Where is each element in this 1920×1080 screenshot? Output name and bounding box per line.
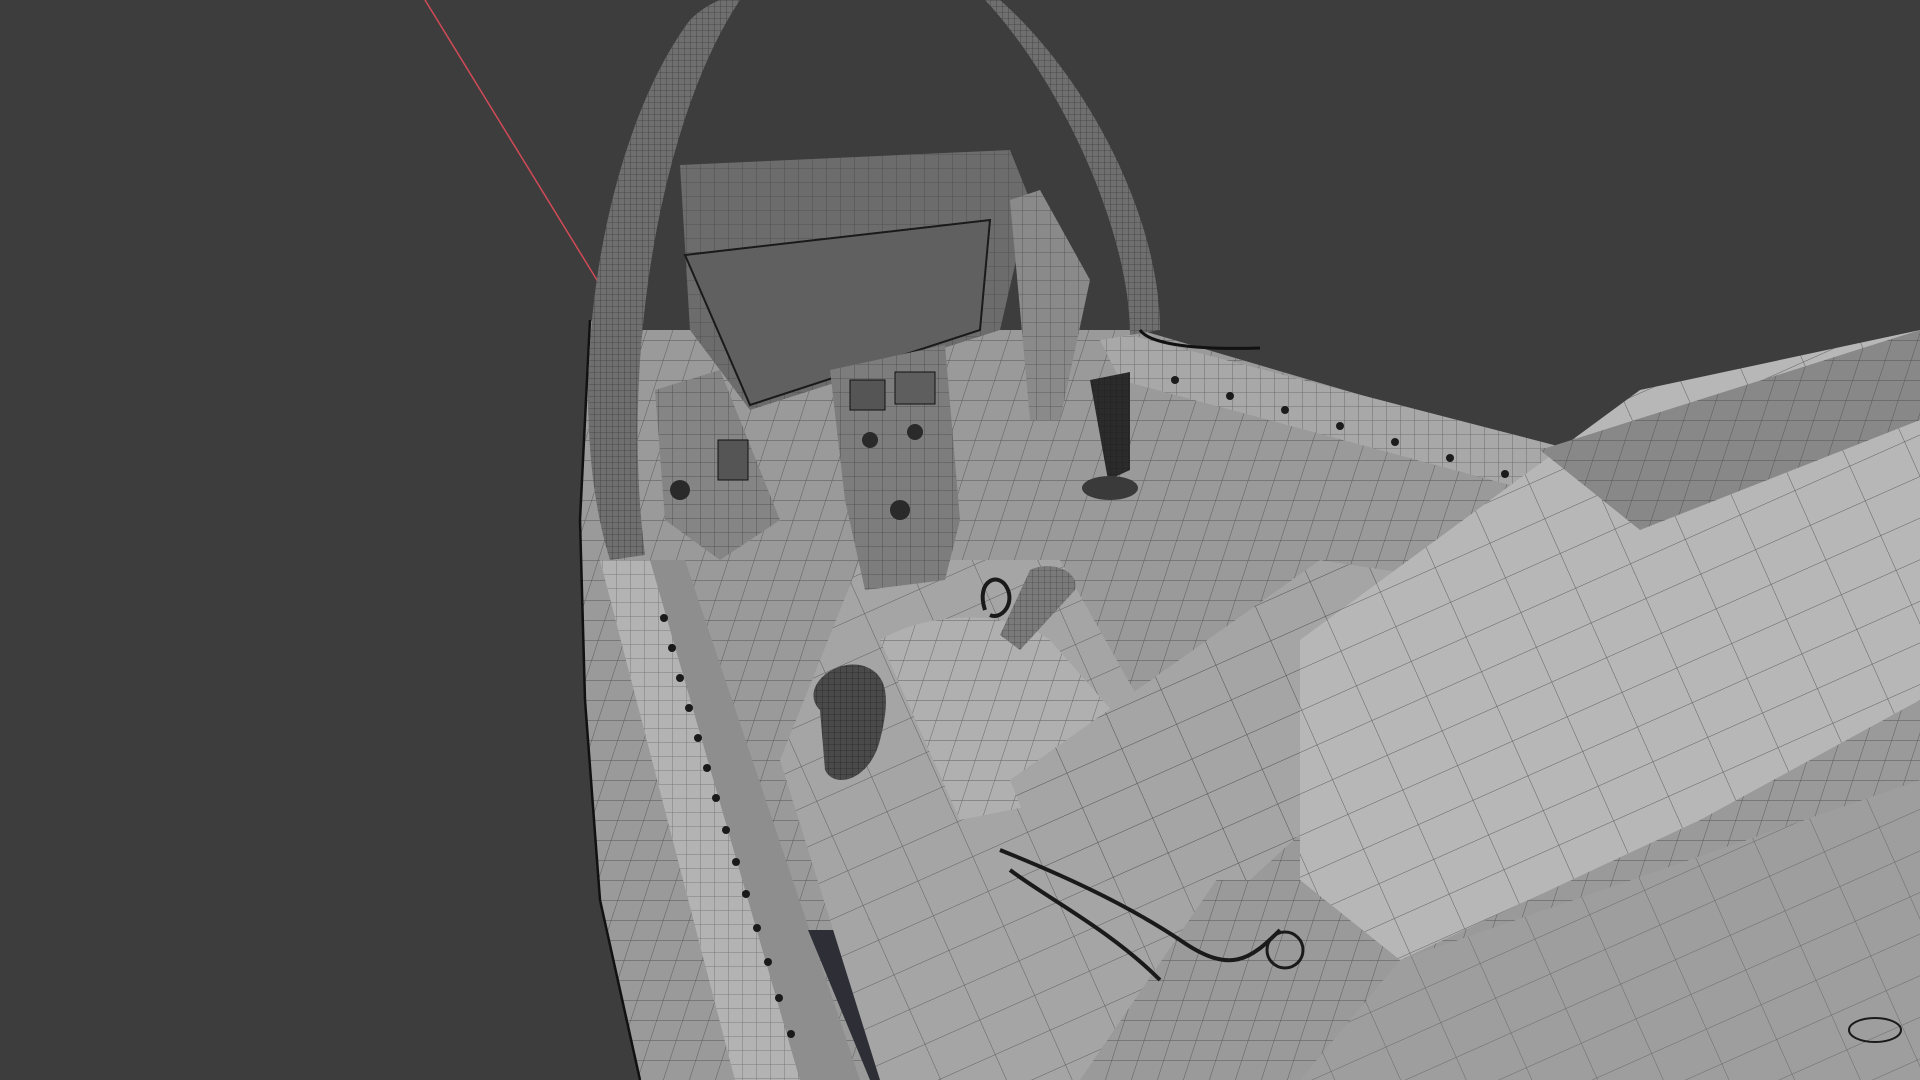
3d-viewport[interactable] [0,0,1920,1080]
cockpit-wireframe-render[interactable] [0,0,1920,1080]
x-axis-line [424,0,601,286]
